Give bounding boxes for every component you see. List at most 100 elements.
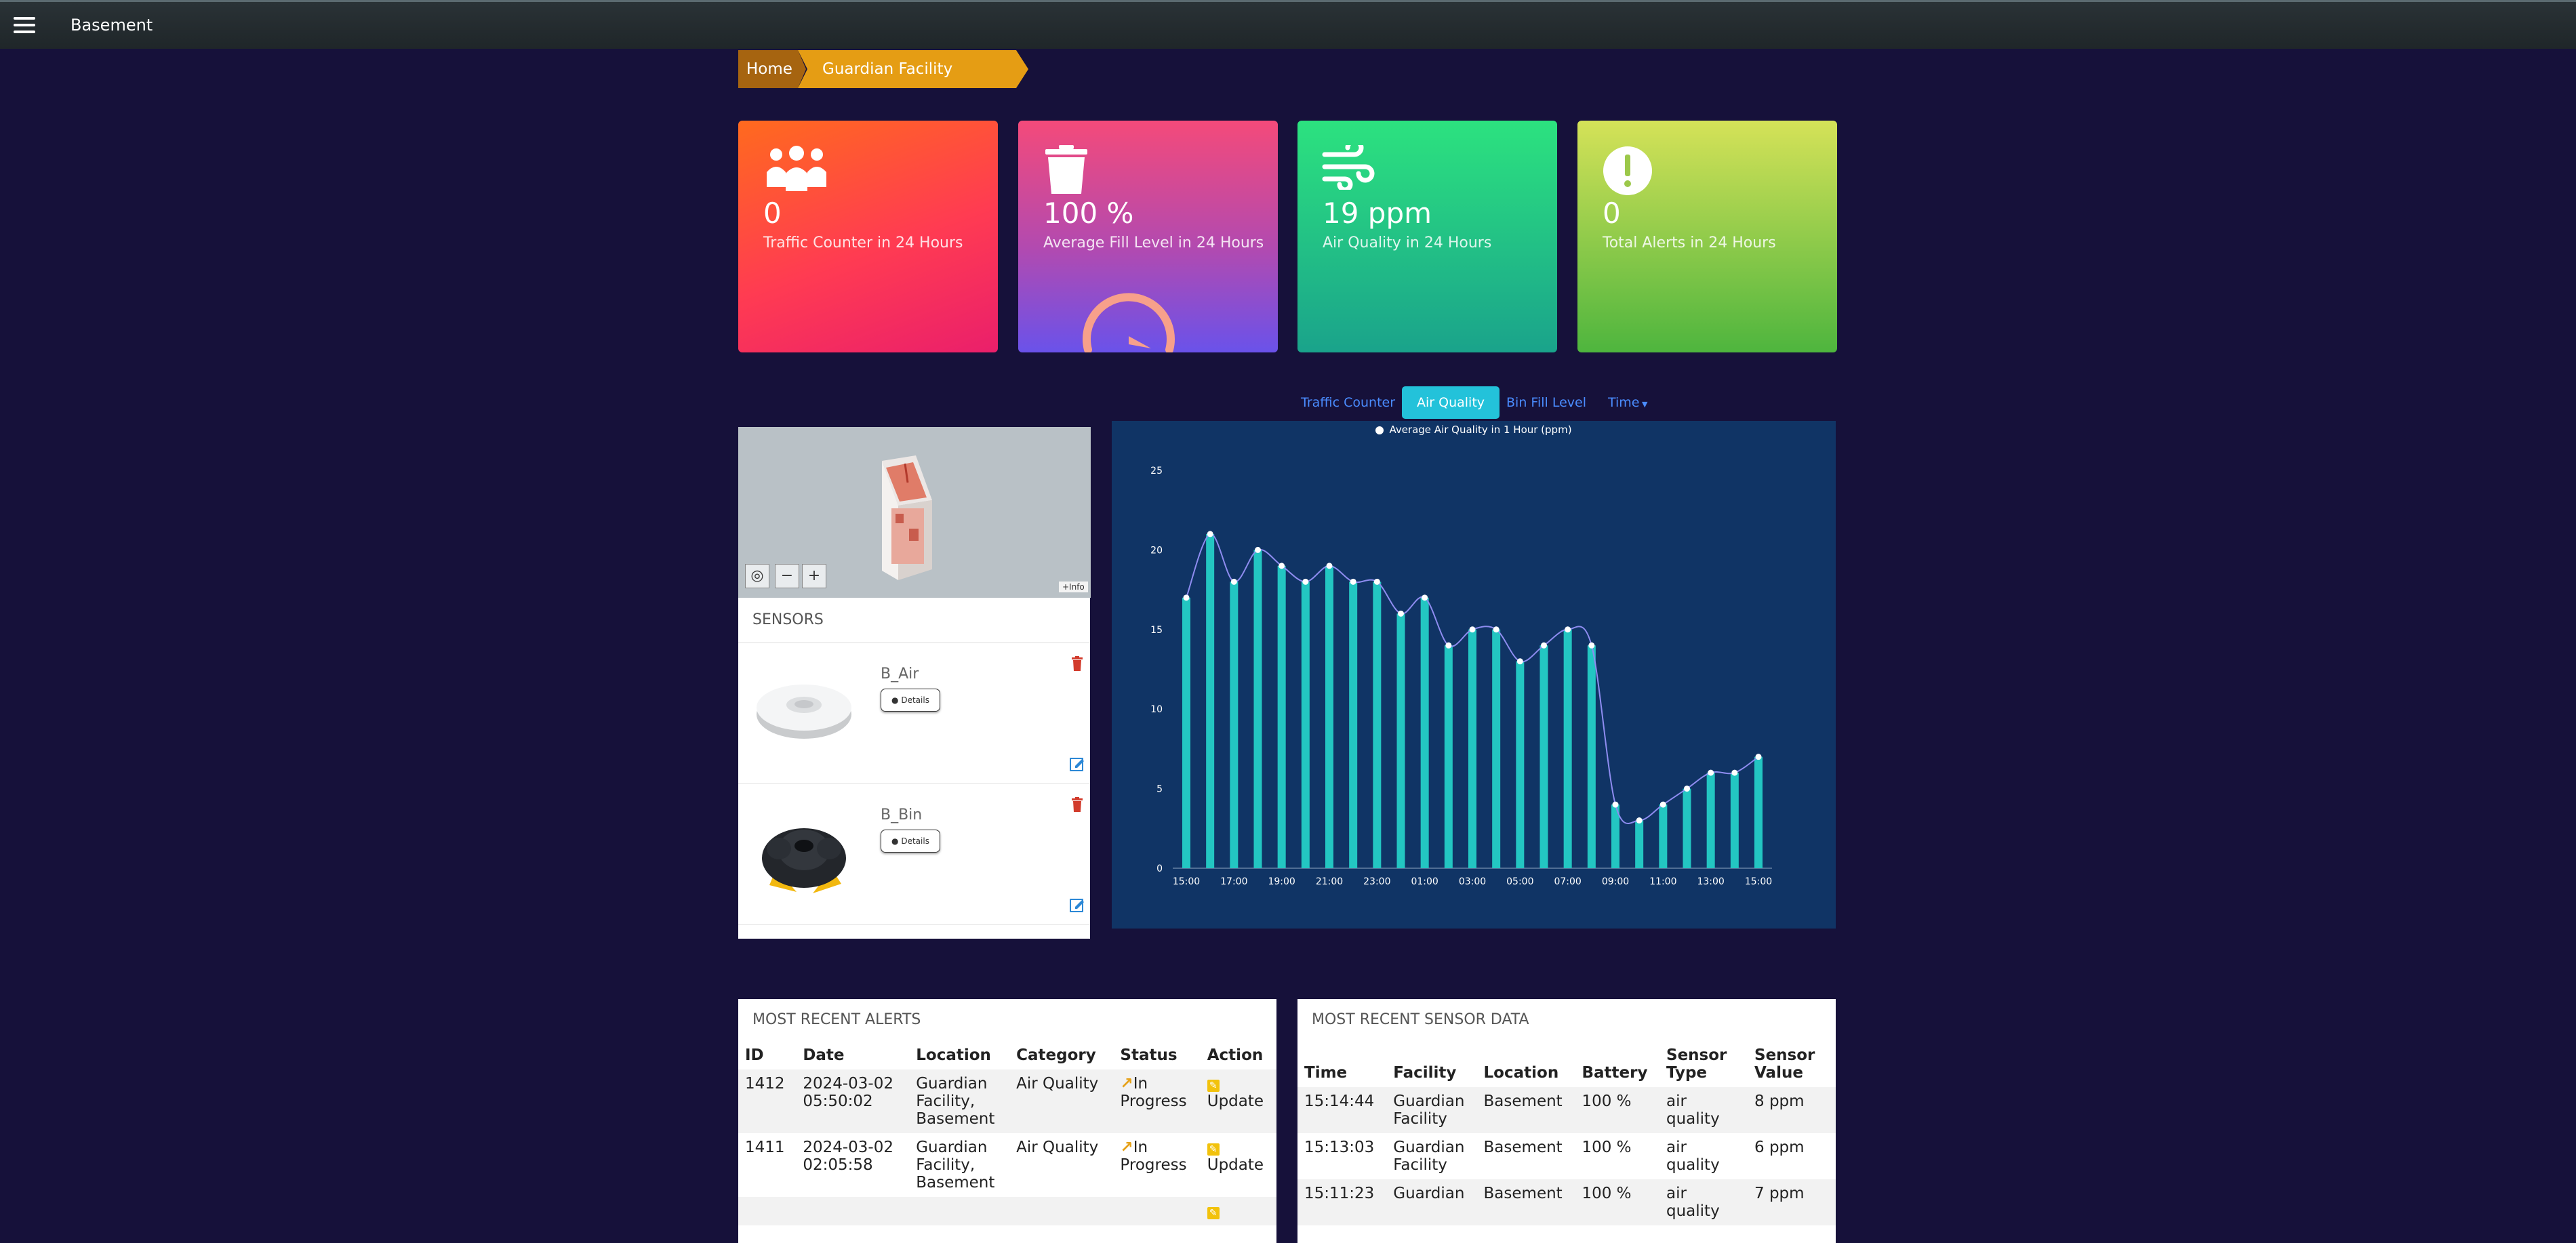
data-point (1755, 754, 1762, 760)
wind-icon (1322, 145, 1375, 190)
x-tick-label: 15:00 (1745, 876, 1772, 887)
y-tick-label: 5 (1156, 784, 1163, 795)
trash-bin-icon (1045, 145, 1087, 194)
edit-icon: ✎ (1207, 1080, 1220, 1092)
data-point (1350, 578, 1356, 585)
tab-traffic-counter[interactable]: Traffic Counter (1301, 386, 1395, 419)
reading-facility: Guardian Facility (1386, 1087, 1477, 1133)
alert-status: ↗In Progress (1113, 1069, 1201, 1133)
details-button[interactable]: ● Details (881, 830, 940, 853)
alerts-value: 0 (1603, 197, 1621, 230)
chart-legend[interactable]: Average Air Quality in 1 Hour (ppm) (1112, 424, 1836, 436)
delete-icon[interactable] (1071, 797, 1083, 812)
edit-icon[interactable]: ✎ (1207, 1207, 1220, 1219)
data-point (1373, 578, 1380, 585)
details-label: Details (901, 836, 929, 846)
column-header: Date (803, 1046, 845, 1064)
chart-plot: 0 5 10 15 20 25 15:00 17:00 19:00 21:00 23:00 01:00… (1150, 466, 1772, 887)
traffic-value: 0 (763, 197, 782, 230)
data-point (1183, 594, 1190, 601)
delete-icon[interactable] (1071, 656, 1083, 671)
data-point (1255, 546, 1261, 553)
menu-icon[interactable] (14, 17, 35, 33)
tab-time-dropdown[interactable]: Time ▼ (1608, 386, 1647, 419)
column-header: Battery (1582, 1064, 1648, 1082)
alert-status: ↗In Progress (1120, 1139, 1187, 1174)
bar (1301, 582, 1310, 868)
air-sensor-image (757, 685, 851, 739)
alerts-table: ID Date Location Category Status Action … (738, 1041, 1276, 1225)
bar (1396, 613, 1405, 868)
x-tick-label: 11:00 (1649, 876, 1676, 887)
alert-id: 1411 (745, 1139, 785, 1156)
x-tick-label: 17:00 (1220, 876, 1247, 887)
column-header: Sensor Type (1666, 1046, 1727, 1082)
breadcrumb-home[interactable]: Home (738, 50, 806, 88)
page-title: Basement (71, 16, 153, 35)
data-point (1541, 642, 1547, 649)
sensor-item[interactable]: B_Bin ● Details (738, 785, 1090, 925)
bar (1563, 629, 1572, 868)
recent-sensor-data-panel: MOST RECENT SENSOR DATA Time Facility Lo… (1297, 999, 1836, 1243)
edit-icon[interactable] (1070, 756, 1085, 771)
data-point (1659, 801, 1666, 808)
column-header: Location (916, 1046, 991, 1064)
info-icon: ● (891, 836, 902, 846)
x-tick-label: 15:00 (1173, 876, 1200, 887)
edit-icon[interactable] (1070, 897, 1085, 912)
column-header: Status (1120, 1046, 1178, 1064)
reading-type: air quality (1659, 1179, 1748, 1225)
x-tick-label: 21:00 (1316, 876, 1343, 887)
data-point (1516, 658, 1523, 665)
bar (1754, 756, 1763, 868)
zoom-out-button[interactable]: − (775, 564, 799, 588)
x-tick-label: 01:00 (1411, 876, 1438, 887)
sensors-title: SENSORS (738, 598, 1090, 643)
air-quality-value: 19 ppm (1323, 197, 1432, 230)
data-point (1588, 642, 1595, 649)
locate-icon[interactable]: ◎ (745, 564, 769, 588)
table-row: 15:14:44 Guardian Facility Basement 100 %… (1297, 1087, 1836, 1133)
x-tick-label: 23:00 (1363, 876, 1390, 887)
map-info-button[interactable]: +Info (1059, 582, 1088, 592)
bar (1516, 661, 1525, 868)
reading-facility: Guardian (1386, 1179, 1477, 1225)
data-point (1612, 801, 1619, 808)
fill-level-value: 100 % (1043, 197, 1134, 230)
data-point (1230, 578, 1237, 585)
column-header: Action (1207, 1046, 1264, 1064)
bar (1635, 820, 1644, 868)
sensor-name: B_Bin (881, 807, 923, 823)
y-tick-label: 15 (1150, 625, 1163, 636)
breadcrumb-facility[interactable]: Guardian Facility (798, 50, 1028, 88)
edit-icon: ✎ (1207, 1143, 1220, 1156)
traffic-card: 0 Traffic Counter in 24 Hours (738, 121, 998, 352)
fill-level-card: 100 % Average Fill Level in 24 Hours (1018, 121, 1278, 352)
update-action[interactable]: ✎ Update (1200, 1069, 1276, 1133)
details-button[interactable]: ● Details (881, 689, 940, 712)
bar (1730, 773, 1739, 868)
update-action[interactable]: ✎ Update (1201, 1133, 1276, 1197)
y-tick-label: 25 (1150, 466, 1163, 476)
tab-bin-fill-level[interactable]: Bin Fill Level (1506, 386, 1586, 419)
column-header: Location (1483, 1064, 1559, 1082)
zoom-in-button[interactable]: + (802, 564, 826, 588)
air-quality-card: 19 ppm Air Quality in 24 Hours (1297, 121, 1557, 352)
column-header: Facility (1393, 1064, 1457, 1082)
data-point (1445, 642, 1452, 649)
alert-location: Guardian Facility, Basement (909, 1069, 1010, 1133)
reading-type: air quality (1666, 1139, 1720, 1174)
tab-air-quality[interactable]: Air Quality (1402, 386, 1500, 419)
reading-battery: 100 % (1582, 1139, 1632, 1156)
reading-time: 15:11:23 (1297, 1179, 1387, 1225)
table-row: 15:13:03 Guardian Facility Basement 100 %… (1297, 1133, 1836, 1179)
column-header: Category (1016, 1046, 1096, 1064)
column-header: Sensor Value (1754, 1046, 1815, 1082)
reading-battery: 100 % (1575, 1087, 1659, 1133)
reading-type: air quality (1659, 1087, 1748, 1133)
bar (1444, 645, 1453, 868)
reading-location: Basement (1483, 1139, 1563, 1156)
data-point (1565, 626, 1571, 633)
alerts-title: MOST RECENT ALERTS (752, 1011, 921, 1028)
sensor-item[interactable]: B_Air ● Details (738, 644, 1090, 784)
